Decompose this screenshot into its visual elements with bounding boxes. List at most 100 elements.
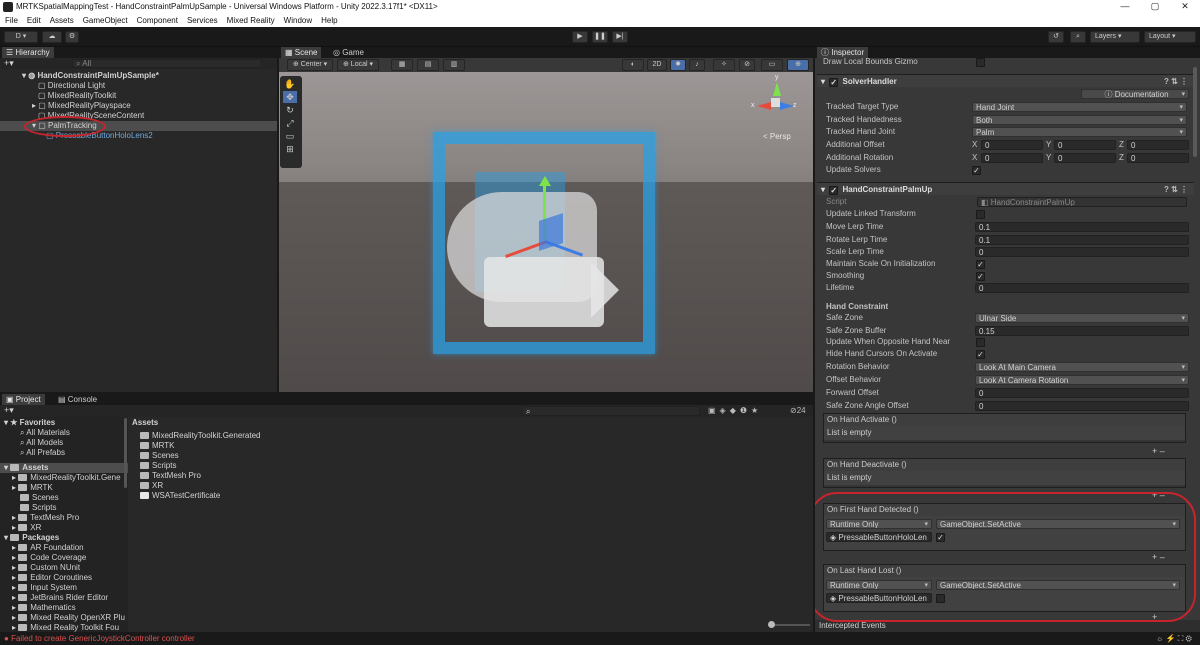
favorite-item[interactable]: ⌕ All Prefabs — [0, 448, 128, 458]
layout-dropdown[interactable]: Layout ▾ — [1144, 31, 1196, 43]
pivot-dropdown[interactable]: ⊕ Center ▾ — [287, 59, 333, 71]
hand-constraint-header[interactable]: ▾ ✓ HandConstraintPalmUp ? ⇅ ⋮ — [817, 182, 1194, 195]
target-object-field[interactable]: ◈ PressableButtonHoloLen — [826, 593, 932, 603]
solver-enabled-checkbox[interactable]: ✓ — [829, 78, 839, 87]
history-icon[interactable]: ↺ — [1048, 31, 1064, 43]
play-button[interactable]: ▶ — [572, 31, 588, 43]
asset-entry[interactable]: XR — [140, 481, 163, 491]
documentation-button[interactable]: ⓘ Documentation — [1081, 89, 1189, 99]
cloud-icon[interactable]: ☁ — [42, 31, 62, 43]
project-tree-scrollbar[interactable] — [124, 418, 127, 488]
project-filter-icons[interactable]: ▣◈◆❶★ — [708, 406, 762, 415]
hand-tool-icon[interactable]: ✋ — [283, 78, 297, 90]
set-active-checkbox[interactable] — [936, 594, 945, 603]
tab-scene[interactable]: ▦ Scene — [281, 47, 322, 58]
add-listener-button[interactable]: + – — [1152, 553, 1165, 562]
status-bar[interactable]: ● Failed to create GenericJoystickContro… — [0, 632, 1200, 645]
account-button[interactable]: D ▾ — [4, 31, 38, 43]
hierarchy-item[interactable]: ▢ MixedRealityToolkit — [0, 91, 277, 101]
hidden-count[interactable]: ⊘24 — [790, 406, 806, 415]
asset-entry[interactable]: WSATestCertificate — [140, 491, 220, 501]
project-add-icon[interactable]: +▾ — [4, 405, 14, 416]
collab-icon[interactable]: ⚙ — [65, 31, 79, 43]
project-breadcrumb[interactable]: Assets — [132, 418, 158, 427]
rotation-y-field[interactable]: 0 — [1054, 153, 1116, 163]
add-listener-button[interactable]: + – — [1152, 491, 1165, 500]
assets-header[interactable]: ▾ Assets — [0, 463, 128, 473]
hierarchy-item[interactable]: ▢ Directional Light — [0, 81, 277, 91]
package-item[interactable]: ▸ Input System — [0, 583, 128, 593]
asset-folder[interactable]: ▸ MixedRealityToolkit.Gene — [0, 473, 128, 483]
camera-icon[interactable]: ▭ — [761, 59, 783, 71]
zoom-slider[interactable] — [770, 624, 810, 626]
increment-icon[interactable]: ▥ — [443, 59, 465, 71]
gizmos-icon[interactable]: ⊕ — [787, 59, 809, 71]
lifetime-field[interactable]: 0 — [975, 283, 1189, 293]
zoom-slider-thumb[interactable] — [768, 621, 775, 628]
set-active-checkbox[interactable]: ✓ — [936, 533, 945, 542]
safe-zone-angle-field[interactable]: 0 — [975, 401, 1189, 411]
hierarchy-search-input[interactable]: ⌕ All — [72, 59, 262, 68]
tab-project[interactable]: ▣ Project — [2, 394, 45, 405]
update-linked-checkbox[interactable] — [976, 210, 985, 219]
offset-x-field[interactable]: 0 — [981, 140, 1043, 150]
update-solvers-checkbox[interactable]: ✓ — [972, 166, 981, 175]
space-dropdown[interactable]: ⊕ Local ▾ — [337, 59, 379, 71]
audio-icon[interactable]: ♪ — [689, 59, 705, 71]
lighting-icon[interactable]: ✹ — [670, 59, 686, 71]
rotation-x-field[interactable]: 0 — [981, 153, 1043, 163]
step-button[interactable]: ▶| — [612, 31, 628, 43]
menu-component[interactable]: Component — [137, 14, 178, 27]
menu-window[interactable]: Window — [284, 14, 312, 27]
menu-help[interactable]: Help — [321, 14, 337, 27]
asset-folder[interactable]: Scenes — [0, 493, 128, 503]
rotation-behavior-dropdown[interactable]: Look At Main Camera — [975, 362, 1189, 372]
intercepted-events-header[interactable]: Intercepted Events — [815, 620, 1200, 632]
package-item[interactable]: ▸ Editor Coroutines — [0, 573, 128, 583]
function-dropdown[interactable]: GameObject.SetActive — [936, 519, 1180, 529]
rotate-lerp-field[interactable]: 0.1 — [975, 235, 1189, 245]
favorites-header[interactable]: ▾ ★ Favorites — [0, 418, 128, 428]
search-icon[interactable]: ⌕ — [1070, 31, 1086, 43]
handedness-dropdown[interactable]: Both — [972, 115, 1187, 125]
safe-zone-buffer-field[interactable]: 0.15 — [975, 326, 1189, 336]
layers-dropdown[interactable]: Layers ▾ — [1090, 31, 1140, 43]
hierarchy-item[interactable]: ▢ MixedRealitySceneContent — [0, 111, 277, 121]
asset-folder[interactable]: ▸ XR — [0, 523, 128, 533]
scale-tool-icon[interactable]: ⤢ — [283, 117, 297, 129]
y-axis-arrow-icon[interactable] — [539, 176, 551, 186]
snap-icon[interactable]: ▤ — [417, 59, 439, 71]
offset-z-field[interactable]: 0 — [1127, 140, 1189, 150]
package-item[interactable]: ▸ Mixed Reality OpenXR Plu — [0, 613, 128, 623]
asset-entry[interactable]: Scripts — [140, 461, 176, 471]
rect-tool-icon[interactable]: ▭ — [283, 130, 297, 142]
gizmo-center[interactable] — [771, 98, 780, 107]
close-button[interactable]: ✕ — [1170, 0, 1200, 14]
menu-assets[interactable]: Assets — [50, 14, 74, 27]
packages-header[interactable]: ▾ Packages — [0, 533, 128, 543]
pause-button[interactable]: ❚❚ — [592, 31, 608, 43]
menu-file[interactable]: File — [5, 14, 18, 27]
smoothing-checkbox[interactable]: ✓ — [976, 272, 985, 281]
hierarchy-item[interactable]: ▸ ▢ MixedRealityPlayspace — [0, 101, 277, 111]
effects-icon[interactable]: ✧ — [713, 59, 735, 71]
package-item[interactable]: ▸ Code Coverage — [0, 553, 128, 563]
inspector-scrollbar[interactable] — [1193, 67, 1197, 157]
offset-y-field[interactable]: 0 — [1054, 140, 1116, 150]
asset-folder[interactable]: ▸ TextMesh Pro — [0, 513, 128, 523]
tracked-target-dropdown[interactable]: Hand Joint — [972, 102, 1187, 112]
asset-entry[interactable]: MRTK — [140, 441, 175, 451]
function-dropdown[interactable]: GameObject.SetActive — [936, 580, 1180, 590]
move-lerp-field[interactable]: 0.1 — [975, 222, 1189, 232]
offset-behavior-dropdown[interactable]: Look At Camera Rotation — [975, 375, 1189, 385]
menu-services[interactable]: Services — [187, 14, 218, 27]
orientation-gizmo[interactable]: y x z — [751, 74, 797, 120]
asset-entry[interactable]: TextMesh Pro — [140, 471, 201, 481]
hierarchy-item-selected[interactable]: ▾ ▢ PalmTracking — [0, 121, 277, 131]
draw-bounds-checkbox[interactable] — [976, 58, 985, 67]
tab-console[interactable]: ▤ Console — [54, 394, 101, 405]
gizmo-x-cone[interactable] — [757, 102, 771, 110]
package-item[interactable]: ▸ Mixed Reality Toolkit Fou — [0, 623, 128, 632]
asset-entry[interactable]: Scenes — [140, 451, 179, 461]
package-item[interactable]: ▸ JetBrains Rider Editor — [0, 593, 128, 603]
